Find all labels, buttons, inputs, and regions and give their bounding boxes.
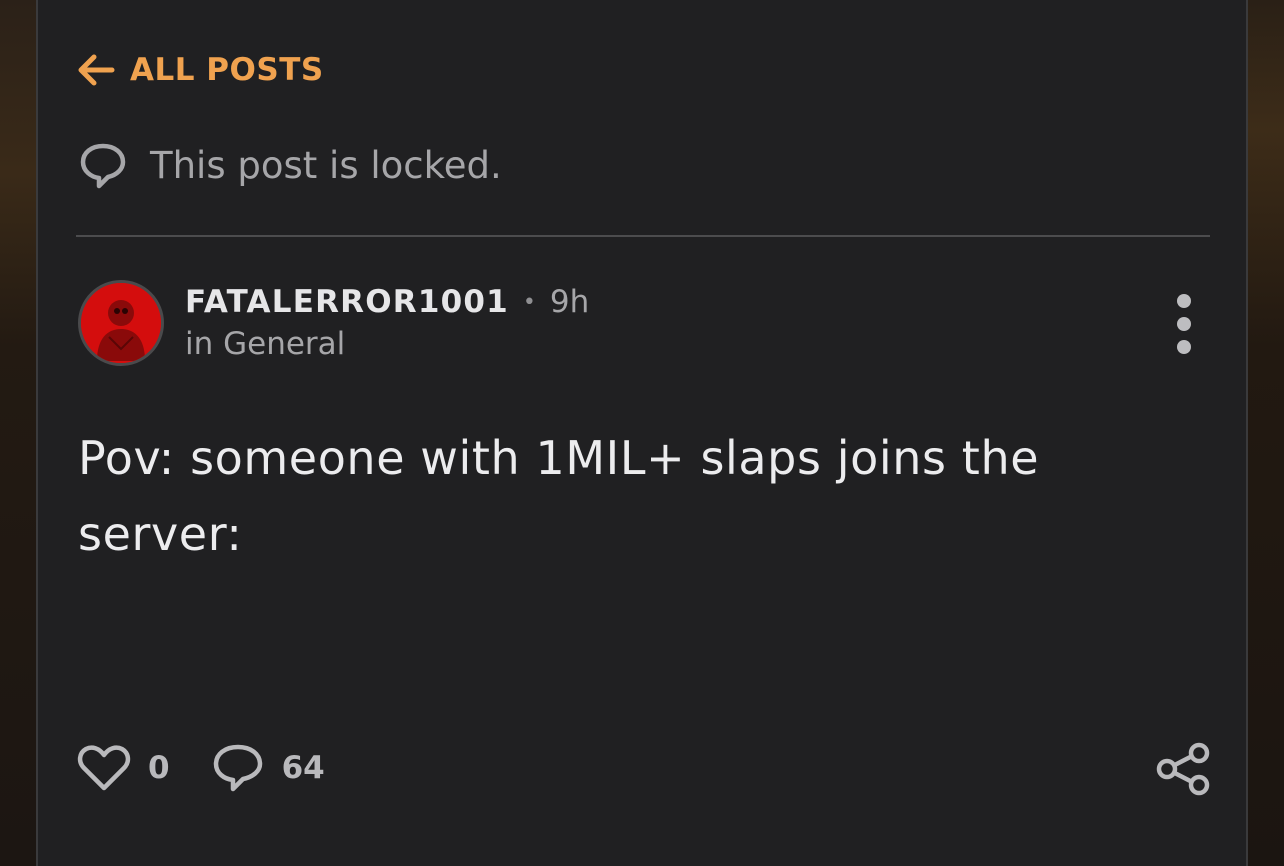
post-panel: ALL POSTS This post is locked. FATALERRO… bbox=[36, 0, 1248, 866]
like-button[interactable]: 0 bbox=[76, 742, 170, 794]
all-posts-label: ALL POSTS bbox=[130, 52, 324, 88]
locked-text: This post is locked. bbox=[150, 143, 502, 187]
like-count: 0 bbox=[148, 750, 170, 786]
comment-count: 64 bbox=[281, 750, 325, 786]
share-icon bbox=[1156, 742, 1210, 796]
share-button[interactable] bbox=[1154, 742, 1212, 796]
author-line: FATALERROR1001 • 9h bbox=[185, 284, 589, 320]
all-posts-link[interactable]: ALL POSTS bbox=[76, 52, 324, 88]
locked-notice: This post is locked. bbox=[78, 140, 502, 190]
post-category[interactable]: in General bbox=[185, 326, 589, 362]
more-options-button[interactable] bbox=[1166, 294, 1202, 354]
heart-icon bbox=[77, 745, 131, 791]
avatar-figure-icon bbox=[81, 283, 161, 363]
post-body: Pov: someone with 1MIL+ slaps joins the … bbox=[78, 431, 1040, 561]
arrow-left-icon bbox=[78, 54, 115, 86]
post-meta: FATALERROR1001 • 9h in General bbox=[185, 284, 589, 362]
comment-button[interactable]: 64 bbox=[210, 742, 325, 794]
post-actions: 0 64 bbox=[76, 742, 325, 794]
author-name[interactable]: FATALERROR1001 bbox=[185, 284, 509, 320]
background-left bbox=[0, 0, 38, 866]
more-dot-icon bbox=[1177, 340, 1191, 354]
divider bbox=[76, 235, 1210, 237]
more-dot-icon bbox=[1177, 294, 1191, 308]
background-right bbox=[1246, 0, 1284, 866]
more-dot-icon bbox=[1177, 317, 1191, 331]
speech-bubble-icon bbox=[80, 143, 126, 189]
post-time: 9h bbox=[549, 284, 590, 320]
speech-bubble-icon bbox=[213, 744, 262, 792]
separator-dot: • bbox=[522, 289, 536, 315]
avatar[interactable] bbox=[78, 280, 164, 366]
